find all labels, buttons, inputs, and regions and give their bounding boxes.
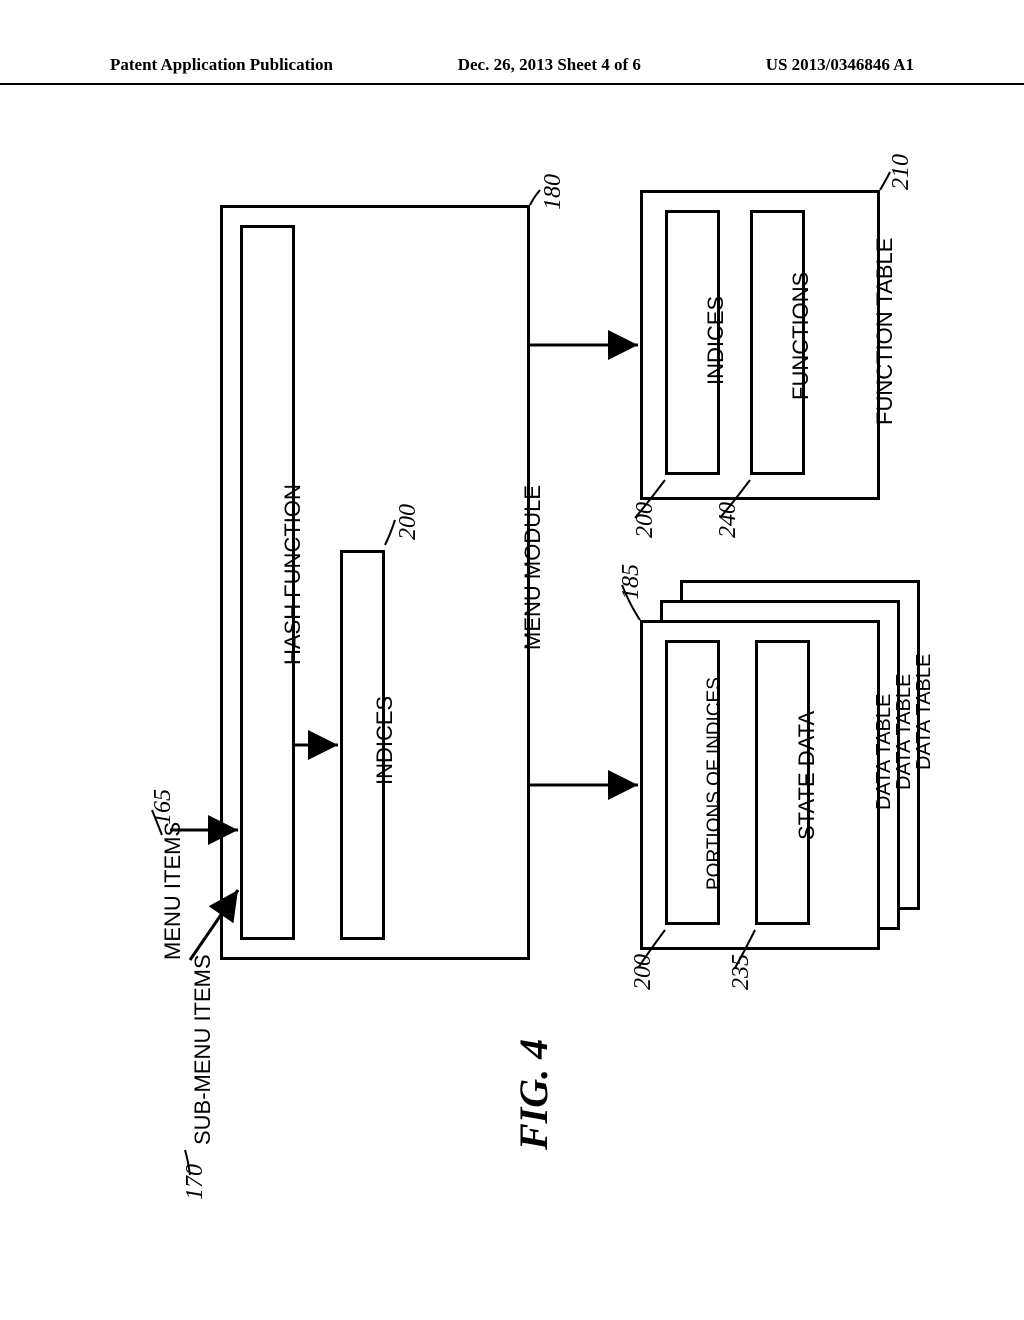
ft-indices-label: INDICES (703, 296, 729, 385)
ref-200c: 200 (630, 954, 657, 990)
header-right: US 2013/0346846 A1 (766, 55, 914, 75)
header-center: Dec. 26, 2013 Sheet 4 of 6 (458, 55, 641, 75)
indices-menu-label: INDICES (372, 696, 398, 785)
figure-caption: FIG. 4 (510, 1039, 557, 1150)
sub-menu-items-label: SUB-MENU ITEMS (190, 954, 216, 1145)
data-table-back-label: DATA TABLE (913, 654, 936, 770)
ref-185: 185 (618, 564, 645, 600)
ref-235: 235 (728, 954, 755, 990)
ft-functions-label: FUNCTIONS (788, 272, 814, 400)
ref-240: 240 (715, 502, 742, 538)
function-table-label: FUNCTION TABLE (872, 238, 898, 425)
page-header: Patent Application Publication Dec. 26, … (0, 55, 1024, 85)
menu-module-label: MENU MODULE (520, 485, 546, 650)
ref-200b: 200 (632, 502, 659, 538)
ref-200a: 200 (395, 504, 422, 540)
data-table-front-label: DATA TABLE (873, 694, 896, 810)
ref-170: 170 (182, 1164, 209, 1200)
ref-180: 180 (540, 174, 567, 210)
menu-items-label: MENU ITEMS (160, 822, 186, 960)
hash-function-label: HASH FUNCTION (280, 484, 306, 665)
data-table-mid-label: DATA TABLE (893, 674, 916, 790)
portions-of-indices-label: PORTIONS OF INDICES (704, 677, 726, 890)
ref-210: 210 (888, 154, 915, 190)
figure-area: MENU ITEMS SUB-MENU ITEMS MENU MODULE HA… (110, 150, 900, 1230)
header-left: Patent Application Publication (110, 55, 333, 75)
state-data-label: STATE DATA (794, 711, 820, 840)
ref-165: 165 (150, 789, 177, 825)
